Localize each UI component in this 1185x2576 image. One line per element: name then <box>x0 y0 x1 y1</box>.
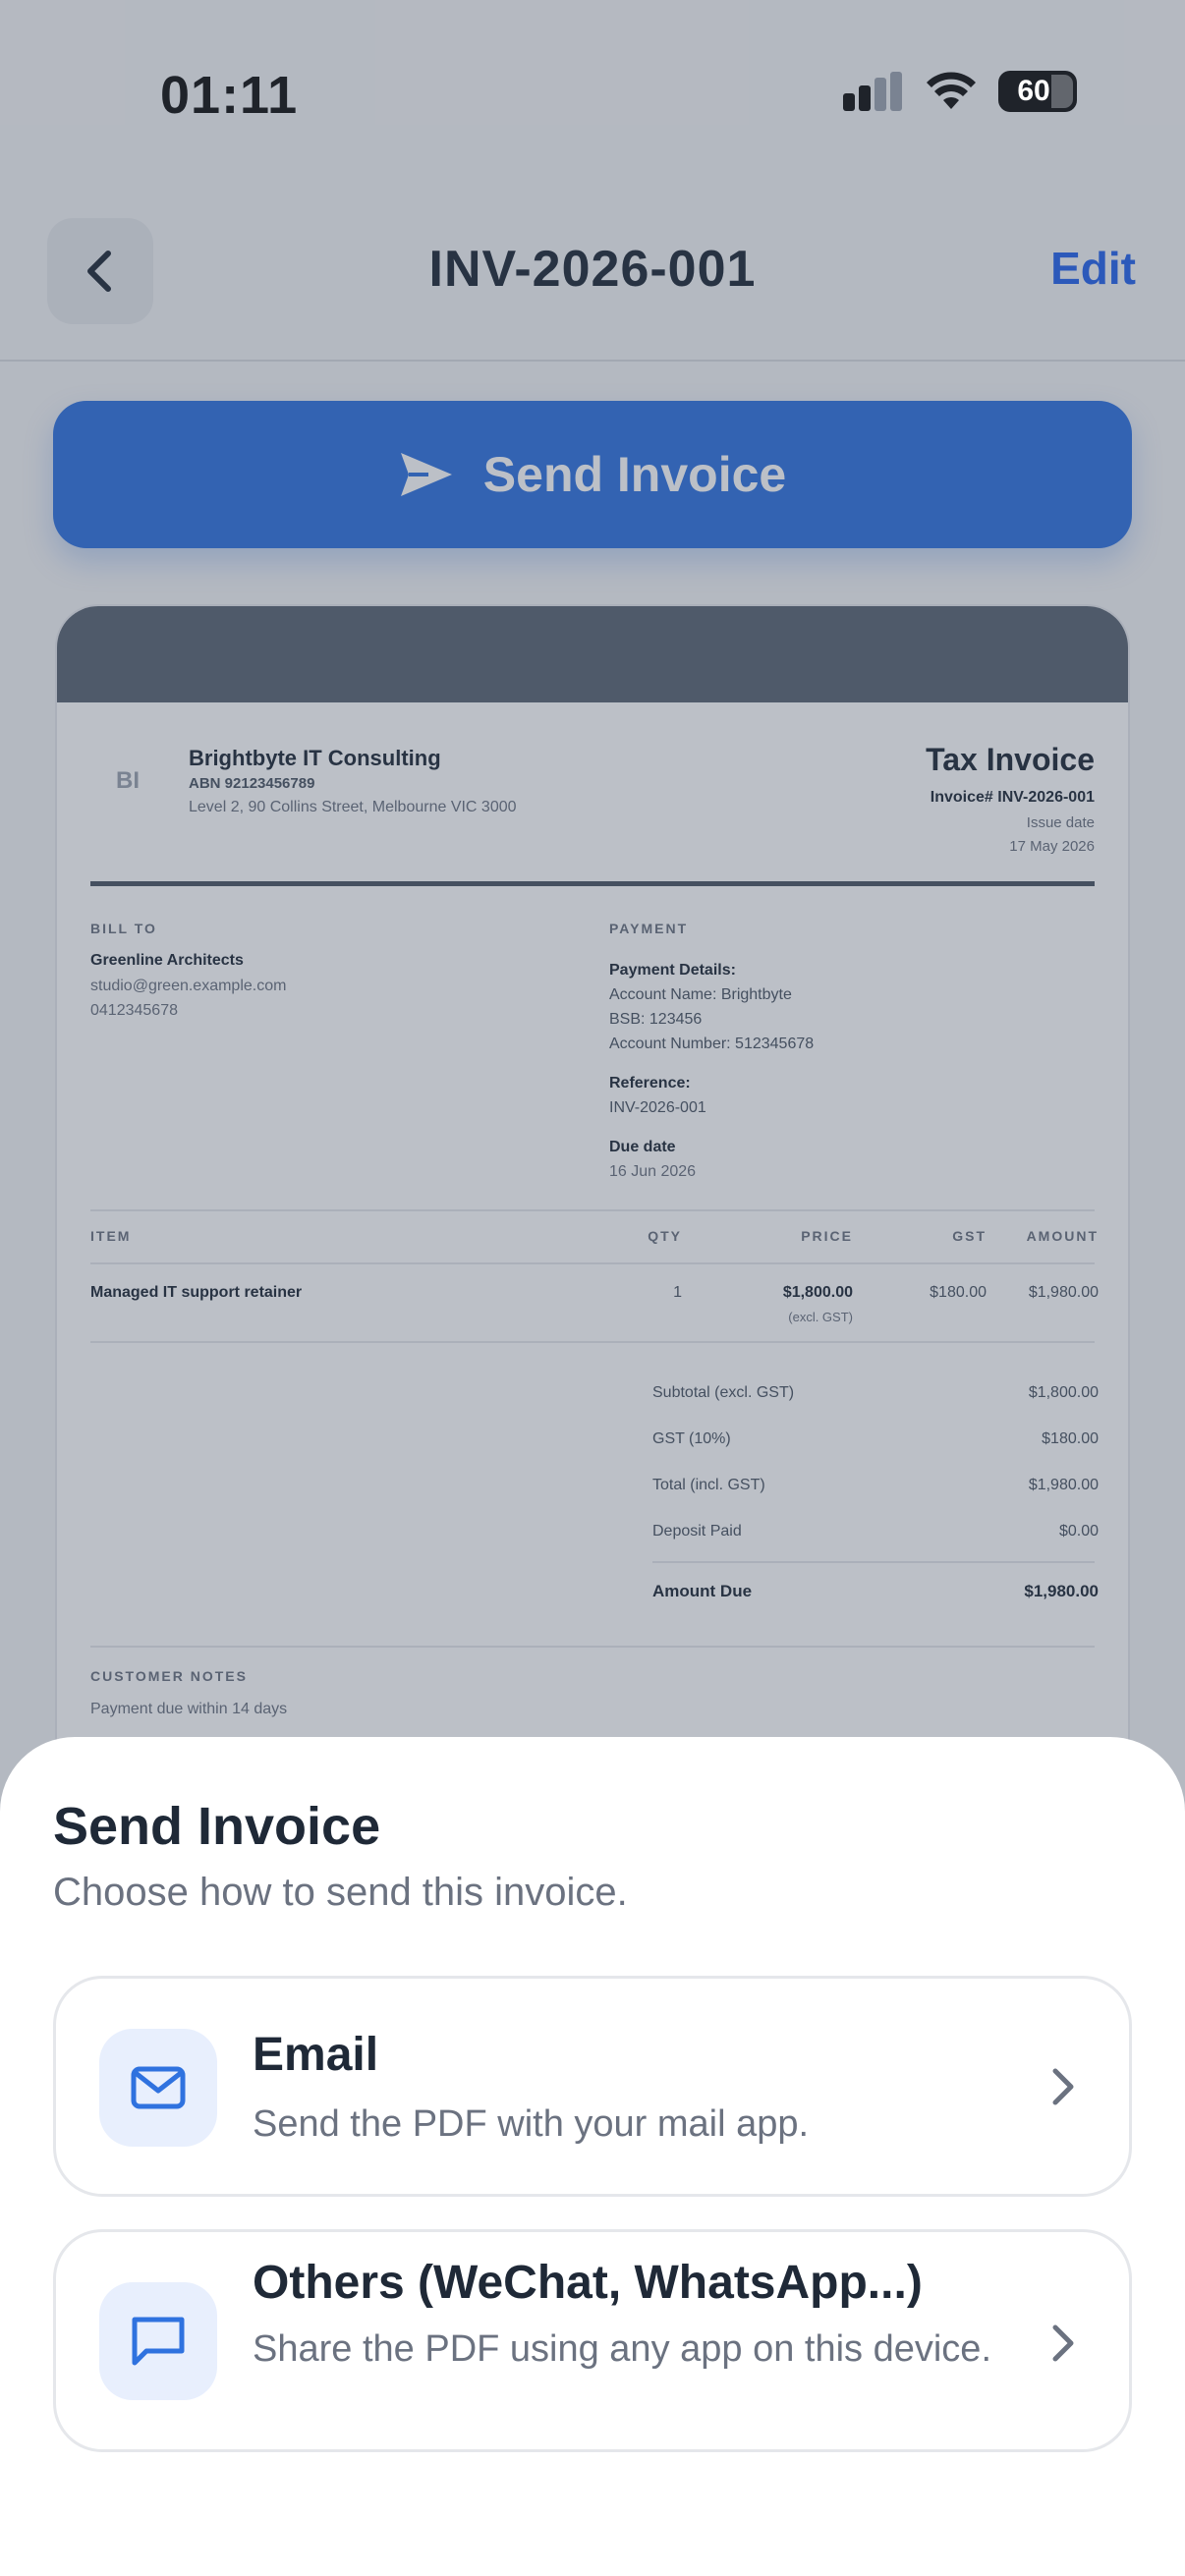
share-other-option[interactable]: Others (WeChat, WhatsApp...) Share the P… <box>53 2229 1132 2452</box>
chevron-right-icon <box>1052 2068 1074 2105</box>
battery-level: 60 <box>1017 75 1050 107</box>
sheet-title: Send Invoice <box>53 1797 381 1856</box>
email-option[interactable]: Email Send the PDF with your mail app. <box>53 1976 1132 2197</box>
message-icon <box>99 2282 217 2400</box>
share-option-title: Others (WeChat, WhatsApp...) <box>253 2257 923 2309</box>
send-invoice-sheet: Send Invoice Choose how to send this inv… <box>0 1737 1185 2576</box>
sheet-subtitle: Choose how to send this invoice. <box>53 1871 628 1914</box>
share-option-description: Share the PDF using any app on this devi… <box>253 2328 992 2370</box>
mail-icon <box>99 2029 217 2147</box>
email-option-title: Email <box>253 2029 379 2081</box>
chevron-right-icon <box>1052 2324 1074 2362</box>
email-option-description: Send the PDF with your mail app. <box>253 2103 810 2145</box>
